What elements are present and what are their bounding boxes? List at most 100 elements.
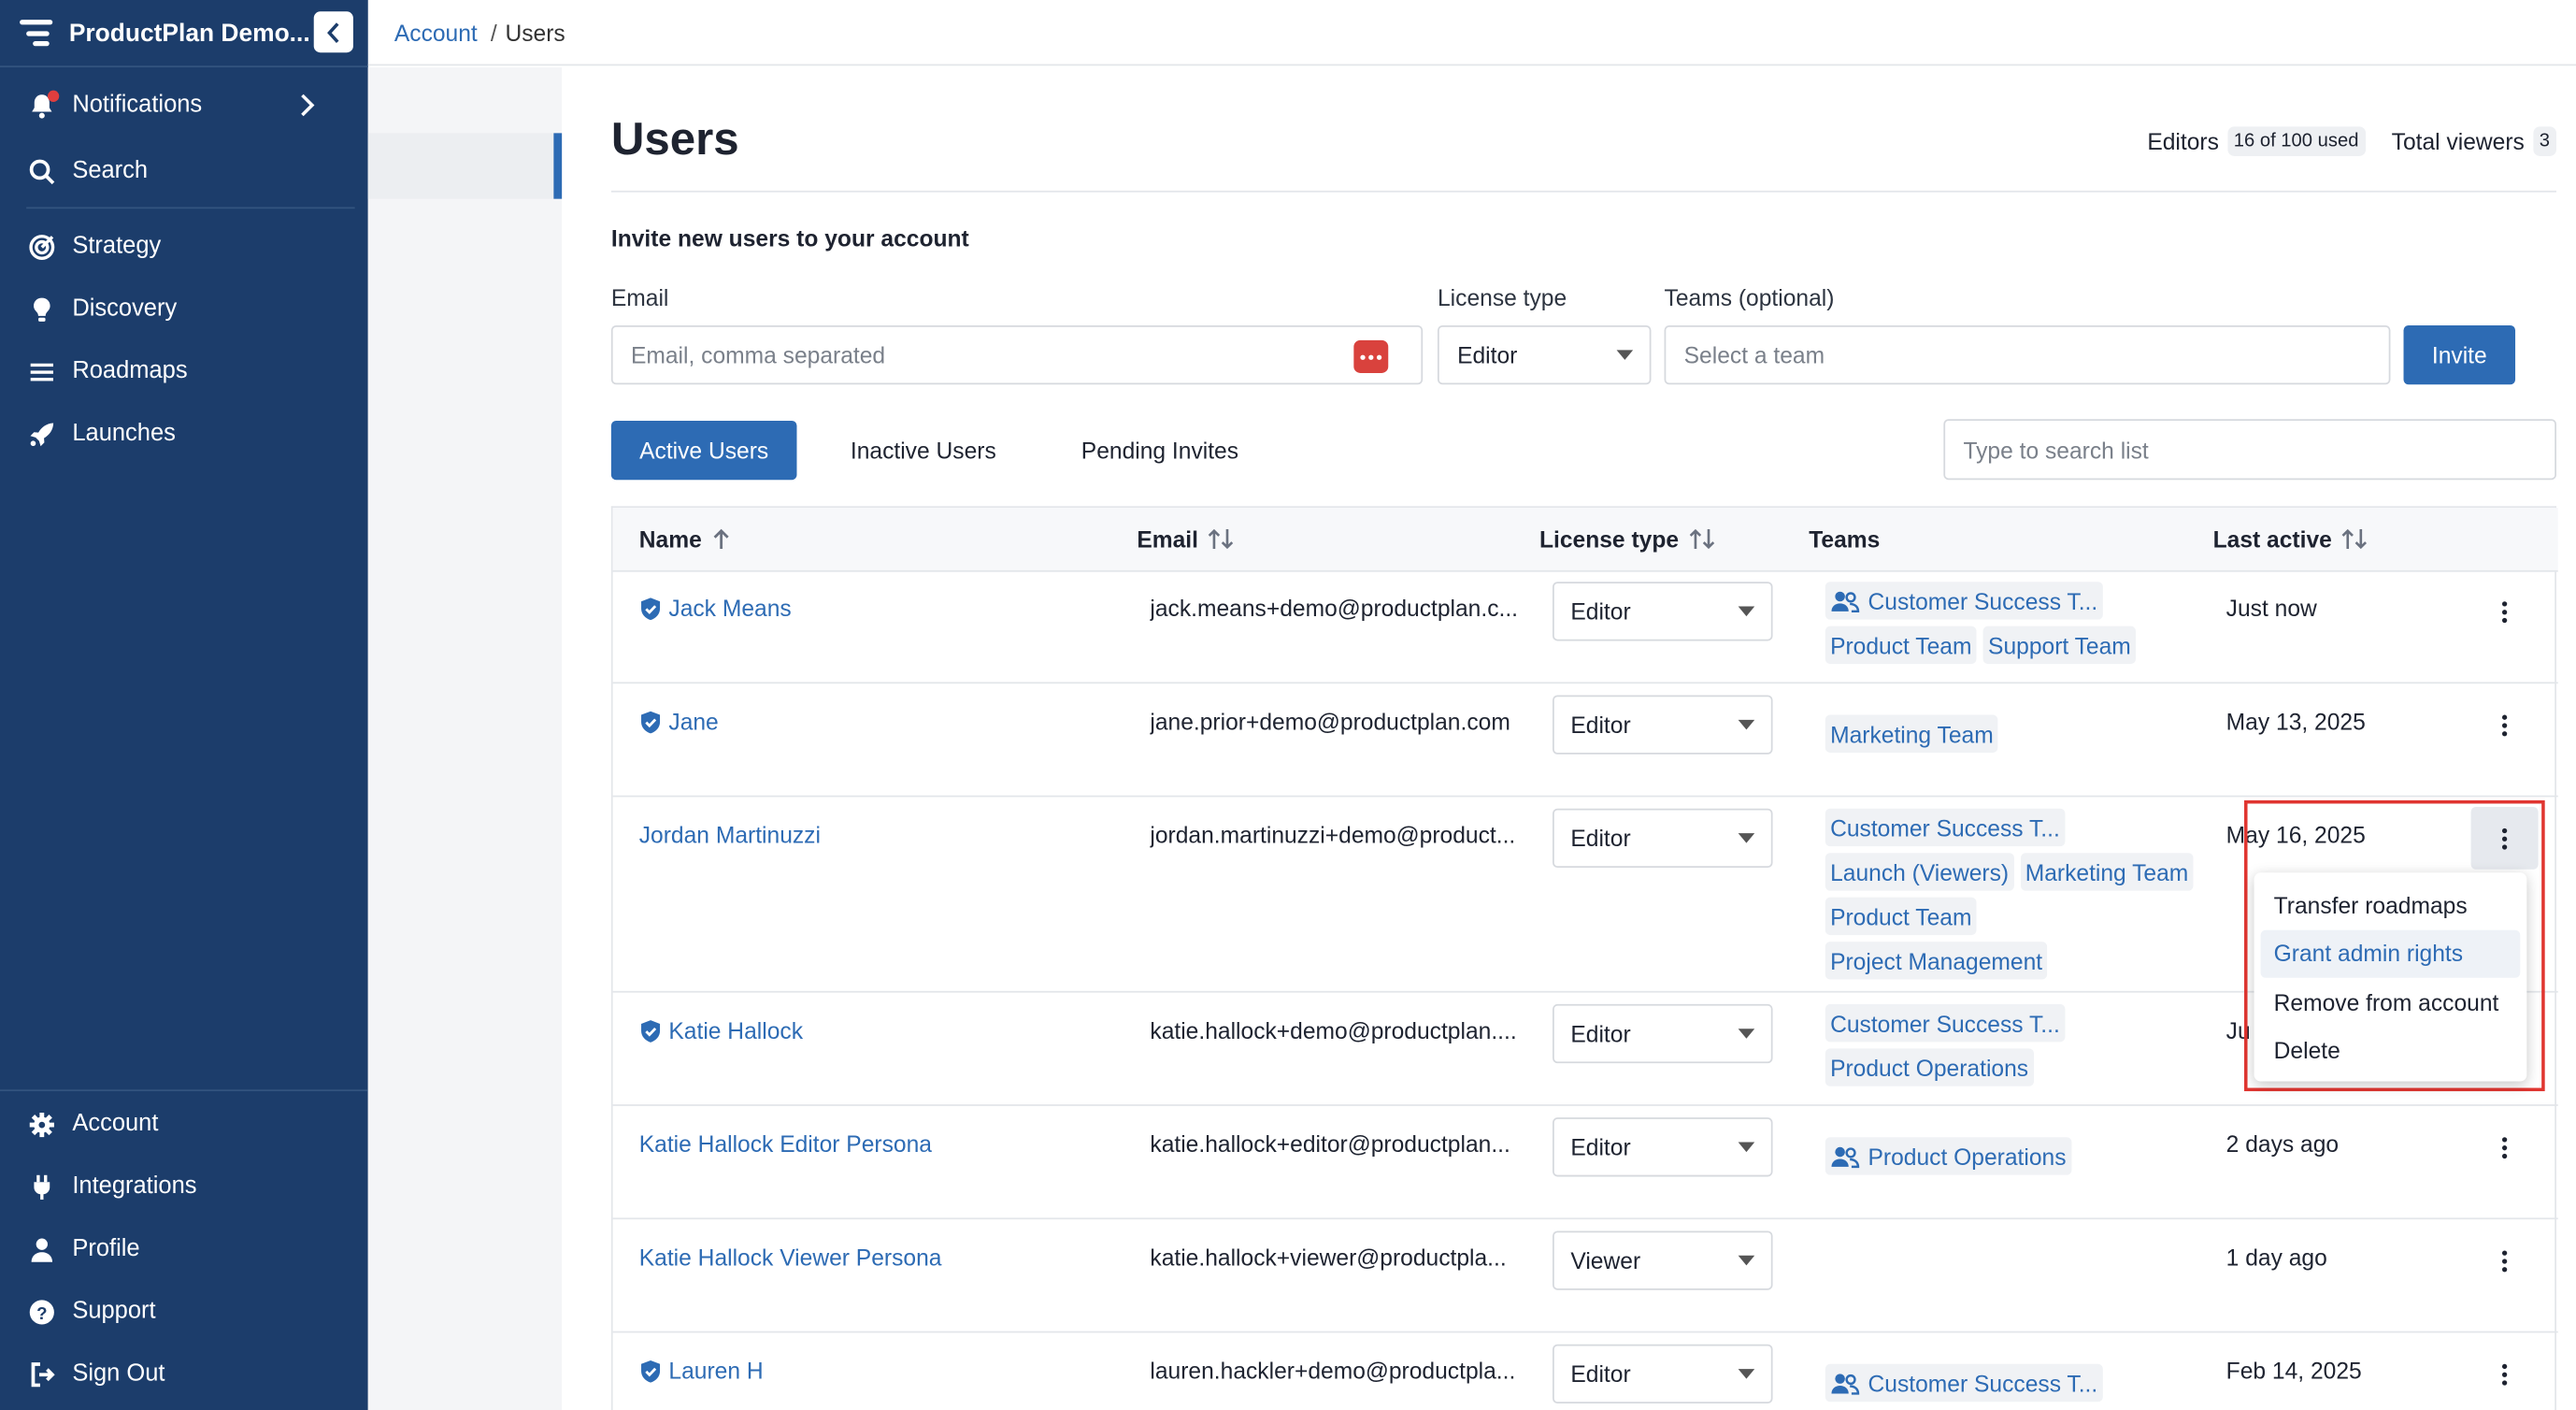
page-title: Users xyxy=(610,113,739,165)
team-tag[interactable]: Product Operations xyxy=(1825,1137,2071,1175)
license-type-value: Editor xyxy=(1457,341,1518,368)
nav-item-account[interactable]: Account xyxy=(0,1095,368,1154)
teams-select[interactable]: Select a team xyxy=(1664,325,2391,385)
column-last-label: Last active xyxy=(2212,525,2332,553)
user-name-link[interactable]: Katie Hallock Editor Persona xyxy=(639,1130,932,1157)
table-header: Name Email License type Teams Last activ… xyxy=(612,508,2558,572)
row-actions-kebab-icon[interactable] xyxy=(2485,1356,2522,1392)
team-tag-label: Customer Success T... xyxy=(1868,1369,2098,1397)
email-placeholder: Email, comma separated xyxy=(630,341,886,368)
menu-item-grant-admin-rights[interactable]: Grant admin rights xyxy=(2260,928,2521,978)
row-actions-menu: Transfer roadmaps Grant admin rights Rem… xyxy=(2254,872,2527,1082)
row-actions-kebab-icon[interactable] xyxy=(2485,707,2522,743)
nav-item-sign-out[interactable]: Sign Out xyxy=(0,1345,368,1403)
team-tag[interactable]: Product Team xyxy=(1825,626,1977,665)
team-tags: Marketing Team xyxy=(1825,714,2195,753)
nav-item-roadmaps[interactable]: Roadmaps xyxy=(0,342,368,401)
menu-item-delete[interactable]: Delete xyxy=(2261,1027,2521,1075)
chevron-right-icon xyxy=(301,94,315,117)
gear-icon xyxy=(29,1112,54,1137)
caret-down-icon xyxy=(1738,1142,1755,1153)
team-group-icon xyxy=(1831,590,1860,612)
last-active: 1 day ago xyxy=(2225,1244,2327,1271)
sidebar-divider xyxy=(0,65,368,68)
team-tag[interactable]: Marketing Team xyxy=(1825,714,1998,753)
user-name-link[interactable]: Lauren H xyxy=(639,1358,764,1384)
plug-icon xyxy=(34,1173,50,1200)
nav-item-integrations[interactable]: Integrations xyxy=(0,1157,368,1216)
admin-shield-icon xyxy=(641,1019,661,1042)
tab-inactive-users[interactable]: Inactive Users xyxy=(826,421,1020,480)
team-tag[interactable]: Customer Success T... xyxy=(1825,1003,2066,1043)
column-header-email[interactable]: Email xyxy=(1137,525,1234,553)
user-name-link[interactable]: Katie Hallock Viewer Persona xyxy=(639,1245,942,1271)
notification-dot xyxy=(47,90,60,102)
license-type-select[interactable]: Editor xyxy=(1553,695,1773,755)
menu-item-remove-from-account[interactable]: Remove from account xyxy=(2261,978,2521,1027)
license-type-select[interactable]: Editor xyxy=(1553,1117,1773,1177)
column-header-name[interactable]: Name xyxy=(639,525,732,553)
team-tag-label: Launch (Viewers) xyxy=(1830,858,2010,885)
team-tags: Customer Success T... xyxy=(1825,1363,2195,1403)
column-header-last-active[interactable]: Last active xyxy=(2212,525,2368,553)
caret-down-icon xyxy=(1738,719,1755,730)
team-tag[interactable]: Project Management xyxy=(1825,942,2048,980)
user-name-link[interactable]: Katie Hallock xyxy=(639,1017,803,1043)
license-type-select[interactable]: Editor xyxy=(1437,325,1652,385)
team-tag-label: Customer Success T... xyxy=(1868,587,2098,614)
team-tags: Customer Success T... Launch (Viewers) Mar… xyxy=(1825,808,2195,980)
column-header-teams: Teams xyxy=(1809,525,1880,552)
team-tag[interactable]: Marketing Team xyxy=(2020,853,2194,891)
app-name: ProductPlan Demo... xyxy=(68,19,310,48)
team-tag[interactable]: Customer Success T... xyxy=(1825,1363,2103,1403)
collapse-sidebar-button[interactable] xyxy=(313,11,353,53)
user-name-link[interactable]: Jordan Martinuzzi xyxy=(639,822,821,848)
brand[interactable]: ProductPlan Demo... xyxy=(20,0,356,65)
team-tags: Customer Success T... Product Team Support… xyxy=(1825,582,2195,665)
svg-text:?: ? xyxy=(36,1302,47,1322)
team-tag[interactable]: Customer Success T... xyxy=(1825,808,2066,847)
team-tag-label: Project Management xyxy=(1830,947,2043,974)
nav-item-search[interactable]: Search xyxy=(0,141,368,200)
team-tag[interactable]: Launch (Viewers) xyxy=(1825,853,2014,891)
row-actions-kebab-icon[interactable] xyxy=(2485,1243,2522,1279)
nav-label-search: Search xyxy=(72,157,149,184)
tab-active-users[interactable]: Active Users xyxy=(610,420,797,481)
password-manager-icon[interactable] xyxy=(1353,339,1389,373)
nav-item-strategy[interactable]: Strategy xyxy=(0,217,368,276)
subnav-item-active[interactable] xyxy=(367,133,563,199)
nav-item-notifications[interactable]: Notifications xyxy=(0,76,368,135)
license-type-label: License type xyxy=(1437,284,1567,311)
license-type-value: Editor xyxy=(1570,1020,1631,1047)
user-name-link[interactable]: Jack Means xyxy=(639,595,792,621)
license-type-select[interactable]: Editor xyxy=(1553,1003,1773,1064)
nav-item-profile[interactable]: Profile xyxy=(0,1219,368,1278)
invite-button[interactable]: Invite xyxy=(2403,325,2516,385)
team-group-icon xyxy=(1831,1145,1860,1168)
row-actions-kebab-icon[interactable] xyxy=(2485,1129,2522,1165)
nav-item-launches[interactable]: Launches xyxy=(0,404,368,463)
team-tag[interactable]: Support Team xyxy=(1982,626,2137,665)
nav-item-support[interactable]: ? Support xyxy=(0,1282,368,1341)
license-type-select[interactable]: Editor xyxy=(1553,1344,1773,1403)
license-type-select[interactable]: Viewer xyxy=(1553,1230,1773,1290)
nav-item-discovery[interactable]: Discovery xyxy=(0,280,368,338)
license-type-select[interactable]: Editor xyxy=(1553,582,1773,641)
admin-shield-icon xyxy=(641,1360,661,1382)
row-actions-kebab-icon[interactable] xyxy=(2485,593,2522,629)
license-type-select[interactable]: Editor xyxy=(1553,808,1773,869)
user-name-link[interactable]: Jane xyxy=(639,709,719,735)
menu-item-transfer-roadmaps[interactable]: Transfer roadmaps xyxy=(2261,881,2521,929)
team-tag[interactable]: Customer Success T... xyxy=(1825,582,2103,620)
user-name-text: Katie Hallock Editor Persona xyxy=(638,1130,932,1158)
breadcrumb-account-link[interactable]: Account xyxy=(394,19,478,45)
column-header-license[interactable]: License type xyxy=(1539,525,1715,553)
tab-pending-invites[interactable]: Pending Invites xyxy=(1053,421,1267,480)
target-icon xyxy=(29,234,55,260)
email-field[interactable]: Email, comma separated xyxy=(610,325,1424,385)
team-tags: Customer Success T... Product Operations xyxy=(1825,1003,2195,1086)
sort-ascending-icon xyxy=(713,528,729,550)
team-tag[interactable]: Product Operations xyxy=(1825,1048,2034,1086)
team-tag[interactable]: Product Team xyxy=(1825,897,1977,936)
search-list-input[interactable]: Type to search list xyxy=(1943,419,2556,481)
